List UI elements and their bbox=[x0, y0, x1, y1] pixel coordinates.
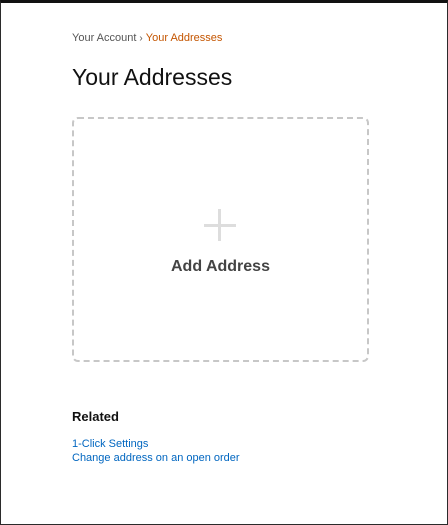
browser-window: Your Account › Your Addresses Your Address… bbox=[0, 0, 448, 525]
breadcrumb: Your Account › Your Addresses bbox=[72, 31, 372, 46]
breadcrumb-your-addresses[interactable]: Your Addresses bbox=[146, 32, 223, 44]
plus-icon bbox=[204, 209, 236, 241]
page-title: Your Addresses bbox=[72, 64, 233, 90]
main-content: Your Account › Your Addresses Your Address… bbox=[72, 31, 372, 464]
related-section: Related 1-Click Settings Change address … bbox=[72, 409, 372, 465]
add-address-label: Add Address bbox=[171, 258, 270, 275]
add-address-card[interactable]: Add Address bbox=[72, 117, 369, 362]
one-click-settings-link[interactable]: 1-Click Settings bbox=[72, 437, 372, 451]
related-title: Related bbox=[72, 409, 119, 424]
breadcrumb-separator-icon: › bbox=[139, 33, 143, 44]
change-address-open-order-link[interactable]: Change address on an open order bbox=[72, 451, 372, 465]
breadcrumb-your-account[interactable]: Your Account bbox=[72, 32, 136, 44]
